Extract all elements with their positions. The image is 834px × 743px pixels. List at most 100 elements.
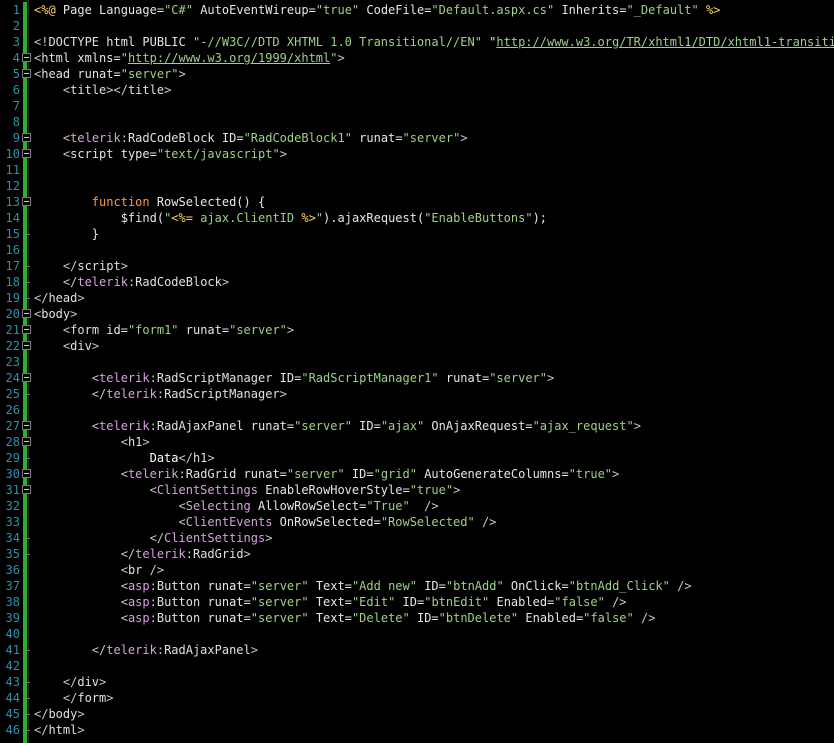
code-line[interactable]: 32 <Selecting AllowRowSelect="True" /> (0, 498, 834, 514)
code-line[interactable]: 18 </telerik:RadCodeBlock> (0, 274, 834, 290)
code-line[interactable]: 9 <telerik:RadCodeBlock ID="RadCodeBlock… (0, 130, 834, 146)
code-line[interactable]: 21 <form id="form1" runat="server"> (0, 322, 834, 338)
code-line[interactable]: 5 <head runat="server"> (0, 66, 834, 82)
code-token: html (41, 51, 71, 65)
code-line[interactable]: 26 (0, 402, 834, 418)
code-line[interactable]: 37 <asp:Button runat="server" Text="Add … (0, 578, 834, 594)
code-line[interactable]: 2 (0, 18, 834, 34)
code-line[interactable]: 4 <html xmlns="http://www.w3.org/1999/xht… (0, 50, 834, 66)
code-line[interactable]: 17 </script> (0, 258, 834, 274)
collapse-icon[interactable] (22, 69, 31, 78)
code-token: < (178, 515, 186, 529)
collapse-icon[interactable] (22, 309, 31, 318)
code-line[interactable]: 22 <div> (0, 338, 834, 354)
line-number: 29 (5, 451, 20, 465)
code-line[interactable]: 43 </div> (0, 674, 834, 690)
code-line[interactable]: 31 <ClientSettings EnableRowHoverStyle="… (0, 482, 834, 498)
code-token: title (127, 83, 165, 97)
code-token: > (460, 131, 468, 145)
code-editor[interactable]: 1 <%@ Page Language="C#" AutoEventWireup=… (0, 0, 834, 743)
code-line[interactable]: 16 (0, 242, 834, 258)
line-number: 46 (5, 723, 20, 737)
code-line[interactable]: 14 $find("<%= ajax.ClientID %>").ajaxReq… (0, 210, 834, 226)
code-line[interactable]: 40 (0, 626, 834, 642)
code-line[interactable]: 33 <ClientEvents OnRowSelected="RowSelec… (0, 514, 834, 530)
line-number: 44 (5, 691, 20, 705)
code-line[interactable]: 19 </head> (0, 290, 834, 306)
code-token: telerik (127, 467, 179, 481)
collapse-icon[interactable] (22, 133, 31, 142)
code-token: div (70, 339, 92, 353)
code-line[interactable]: 20 <body> (0, 306, 834, 322)
code-line[interactable]: 38 <asp:Button runat="server" Text="Edit… (0, 594, 834, 610)
code-line[interactable]: 36 <br /> (0, 562, 834, 578)
fold-end-marker (26, 730, 30, 731)
code-token: > (99, 675, 107, 689)
code-line[interactable]: 29 Data</h1> (0, 450, 834, 466)
code-line[interactable]: 46 </html> (0, 722, 834, 738)
code-line[interactable]: 45 </body> (0, 706, 834, 722)
collapse-icon[interactable] (22, 373, 31, 382)
code-line[interactable]: 12 (0, 178, 834, 194)
collapse-icon[interactable] (22, 341, 31, 350)
code-line[interactable]: 30 <telerik:RadGrid runat="server" ID="g… (0, 466, 834, 482)
code-token: "Default.aspx.cs" (431, 3, 555, 17)
fold-end-marker (26, 554, 30, 555)
code-token: RowSelected() { (149, 195, 266, 209)
fold-end-marker (26, 282, 30, 283)
code-line[interactable]: 7 (0, 98, 834, 114)
code-line[interactable]: 27 <telerik:RadAjaxPanel runat="server" … (0, 418, 834, 434)
collapse-icon[interactable] (22, 325, 31, 334)
code-token: : (156, 643, 165, 657)
collapse-icon[interactable] (22, 469, 31, 478)
code-line[interactable]: 39 <asp:Button runat="server" Text="Dele… (0, 610, 834, 626)
line-code: <asp:Button runat="server" Text="Add new… (34, 578, 692, 594)
collapse-icon[interactable] (22, 421, 31, 430)
code-token: "server" (402, 131, 461, 145)
code-line[interactable]: 1 <%@ Page Language="C#" AutoEventWireup=… (0, 2, 834, 18)
code-line[interactable]: 10 <script type="text/javascript"> (0, 146, 834, 162)
line-number: 5 (12, 67, 20, 81)
code-line[interactable]: 13 function RowSelected() { (0, 194, 834, 210)
code-line[interactable]: 35 </telerik:RadGrid> (0, 546, 834, 562)
code-line[interactable]: 23 (0, 354, 834, 370)
code-line[interactable]: 15 } (0, 226, 834, 242)
code-line[interactable]: 8 (0, 114, 834, 130)
code-line[interactable]: 44 </form> (0, 690, 834, 706)
code-token: form (77, 691, 107, 705)
line-number: 18 (5, 275, 20, 289)
code-line[interactable]: 34 </ClientSettings> (0, 530, 834, 546)
collapse-icon[interactable] (22, 485, 31, 494)
code-token: asp (127, 595, 150, 609)
code-line[interactable]: 24 <telerik:RadScriptManager ID="RadScri… (0, 370, 834, 386)
code-token: > (279, 387, 287, 401)
code-line[interactable]: 3 <!DOCTYPE html PUBLIC "-//W3C//DTD XHTM… (0, 34, 834, 50)
line-number: 4 (12, 51, 20, 65)
collapse-icon[interactable] (22, 53, 31, 62)
code-token: runat= (243, 419, 295, 433)
code-token: </ (62, 259, 78, 273)
line-code: <head runat="server"> (34, 66, 186, 82)
code-token: body (48, 707, 78, 721)
code-token: > (547, 371, 555, 385)
code-line[interactable]: 11 (0, 162, 834, 178)
collapse-icon[interactable] (22, 437, 31, 446)
code-line[interactable]: 25 </telerik:RadScriptManager> (0, 386, 834, 402)
line-number: 35 (5, 547, 20, 561)
code-token: /> (142, 563, 165, 577)
code-token: script (77, 259, 121, 273)
code-line[interactable]: 6 <title></title> (0, 82, 834, 98)
line-code: <script type="text/javascript"> (34, 146, 287, 162)
line-number: 40 (5, 627, 20, 641)
code-line[interactable]: 42 (0, 658, 834, 674)
collapse-icon[interactable] (22, 149, 31, 158)
code-token: Inherits= (554, 3, 627, 17)
code-token: "server" (286, 467, 345, 481)
line-code: </head> (34, 290, 85, 306)
code-line[interactable]: 28 <h1> (0, 434, 834, 450)
code-line[interactable]: 41 </telerik:RadAjaxPanel> (0, 642, 834, 658)
code-token: runat= (351, 131, 403, 145)
code-lines[interactable]: 1 <%@ Page Language="C#" AutoEventWireup=… (0, 2, 834, 738)
collapse-icon[interactable] (22, 197, 31, 206)
